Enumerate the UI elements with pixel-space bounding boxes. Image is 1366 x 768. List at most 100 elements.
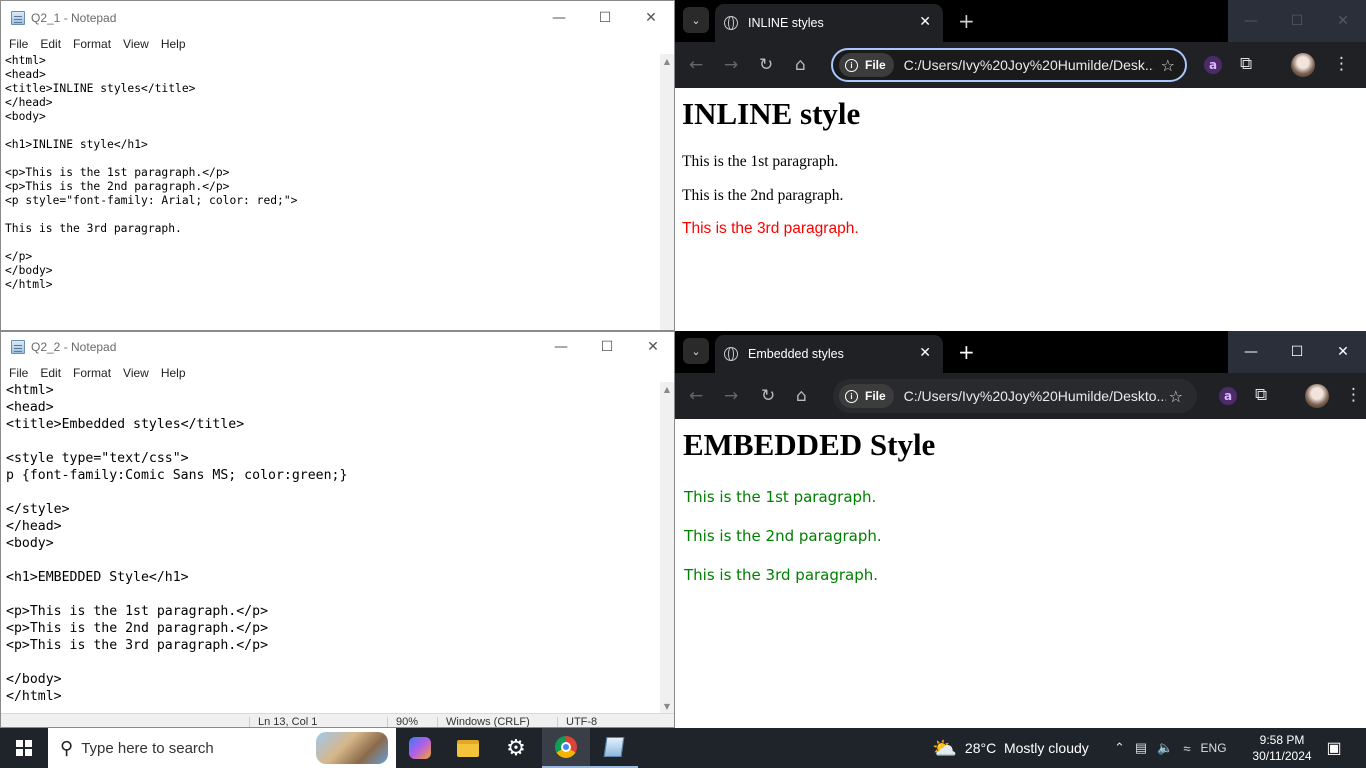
back-arrow-icon[interactable]: ← xyxy=(689,55,703,75)
menu-view[interactable]: View xyxy=(117,366,155,380)
close-button[interactable]: ✕ xyxy=(630,332,674,362)
paragraph-1: This is the 1st paragraph. xyxy=(682,153,839,170)
url-text[interactable]: C:/Users/Ivy%20Joy%20Humilde/Deskto... xyxy=(904,388,1166,404)
new-tab-icon[interactable]: + xyxy=(958,9,975,33)
tab-search-chevron-icon[interactable]: ⌄ xyxy=(683,338,709,364)
notepad-icon xyxy=(11,11,25,25)
menu-format[interactable]: Format xyxy=(67,366,117,380)
extension-a-icon[interactable]: a xyxy=(1219,387,1237,405)
new-tab-icon[interactable]: + xyxy=(958,340,975,364)
clock[interactable]: 9:58 PM 30/11/2024 xyxy=(1250,728,1314,768)
extension-a-icon[interactable]: a xyxy=(1204,56,1222,74)
maximize-button[interactable]: ☐ xyxy=(584,332,630,362)
menu-edit[interactable]: Edit xyxy=(34,37,67,51)
close-button[interactable]: ✕ xyxy=(1320,331,1366,373)
address-bar[interactable]: i File C:/Users/Ivy%20Joy%20Humilde/Desk… xyxy=(831,48,1187,82)
profile-avatar-icon[interactable] xyxy=(1291,53,1315,77)
scroll-down-icon[interactable]: ▼ xyxy=(660,699,674,713)
text-editor[interactable]: <html> <head> <title>INLINE styles</title>… xyxy=(1,54,660,330)
minimize-button[interactable]: — xyxy=(538,332,584,362)
menu-dots-icon[interactable]: ⋮ xyxy=(1333,54,1350,74)
home-icon[interactable]: ⌂ xyxy=(795,55,806,75)
text-editor[interactable]: <html> <head> <title>Embedded styles</titl… xyxy=(1,382,660,713)
search-highlight-image xyxy=(316,732,388,764)
menu-file[interactable]: File xyxy=(3,366,34,380)
tab-title: Embedded styles xyxy=(748,347,844,361)
menu-view[interactable]: View xyxy=(117,37,155,51)
menu-help[interactable]: Help xyxy=(155,37,192,51)
maximize-button[interactable]: ☐ xyxy=(1274,0,1320,42)
code-line: <p>This is the 3rd paragraph.</p> xyxy=(6,638,269,653)
close-button[interactable]: ✕ xyxy=(628,1,674,35)
menu-help[interactable]: Help xyxy=(155,366,192,380)
puzzle-icon[interactable]: ⧉ xyxy=(1255,385,1267,405)
notepad-taskbar-icon[interactable] xyxy=(590,728,638,768)
chrome-icon[interactable] xyxy=(542,728,590,768)
code-line: </html> xyxy=(5,278,53,291)
encoding: UTF-8 xyxy=(557,717,597,727)
line-ending: Windows (CRLF) xyxy=(437,717,530,727)
notification-icon[interactable]: ▣ xyxy=(1322,728,1346,768)
maximize-button[interactable]: ☐ xyxy=(1274,331,1320,373)
paragraph-3: This is the 3rd paragraph. xyxy=(682,220,859,237)
tab-close-icon[interactable]: ✕ xyxy=(919,344,931,361)
windows-start-icon[interactable] xyxy=(0,728,48,768)
close-button[interactable]: ✕ xyxy=(1320,0,1366,42)
tab-embedded-styles[interactable]: Embedded styles ✕ xyxy=(715,335,943,373)
forward-arrow-icon[interactable]: → xyxy=(724,386,738,406)
vertical-scrollbar[interactable]: ▲ xyxy=(660,54,674,330)
menu-edit[interactable]: Edit xyxy=(34,366,67,380)
settings-gear-icon[interactable]: ⚙ xyxy=(492,728,540,768)
scroll-up-icon[interactable]: ▲ xyxy=(660,382,674,396)
code-line: <h1>EMBEDDED Style</h1> xyxy=(6,570,189,585)
vertical-scrollbar[interactable]: ▲ ▼ xyxy=(660,382,674,713)
scroll-up-icon[interactable]: ▲ xyxy=(660,54,674,68)
weather-widget[interactable]: ⛅ 28°C Mostly cloudy xyxy=(932,728,1089,768)
minimize-button[interactable]: — xyxy=(1228,331,1274,373)
volume-icon[interactable]: 🔈 xyxy=(1157,740,1173,756)
code-line: </p> xyxy=(5,250,33,263)
address-bar[interactable]: i File C:/Users/Ivy%20Joy%20Humilde/Desk… xyxy=(833,379,1197,413)
menu-dots-icon[interactable]: ⋮ xyxy=(1345,385,1362,405)
code-line: <title>Embedded styles</title> xyxy=(6,417,245,432)
home-icon[interactable]: ⌂ xyxy=(796,386,807,406)
url-text[interactable]: C:/Users/Ivy%20Joy%20Humilde/Desk... xyxy=(904,57,1154,73)
site-info-chip[interactable]: i File xyxy=(839,384,894,408)
taskbar-search-box[interactable]: ⚲ Type here to search xyxy=(48,728,396,768)
page-heading: INLINE style xyxy=(682,96,861,131)
input-language[interactable]: ENG xyxy=(1201,741,1227,755)
forward-arrow-icon[interactable]: → xyxy=(724,55,738,75)
site-info-chip[interactable]: i File xyxy=(839,53,894,77)
tab-close-icon[interactable]: ✕ xyxy=(919,13,931,30)
copilot-icon[interactable] xyxy=(396,728,444,768)
star-icon[interactable]: ☆ xyxy=(1161,56,1175,75)
chevron-up-icon[interactable]: ⌃ xyxy=(1114,740,1125,756)
minimize-button[interactable]: — xyxy=(536,1,582,35)
network-icon[interactable]: ▤ xyxy=(1135,740,1147,756)
reload-icon[interactable]: ↻ xyxy=(759,55,773,75)
file-explorer-icon[interactable] xyxy=(444,728,492,768)
minimize-button[interactable]: — xyxy=(1228,0,1274,42)
menu-format[interactable]: Format xyxy=(67,37,117,51)
star-icon[interactable]: ☆ xyxy=(1169,387,1183,406)
menu-file[interactable]: File xyxy=(3,37,34,51)
tab-search-chevron-icon[interactable]: ⌄ xyxy=(683,7,709,33)
profile-avatar-icon[interactable] xyxy=(1305,384,1329,408)
wifi-icon[interactable]: ≈ xyxy=(1183,741,1190,756)
puzzle-icon[interactable]: ⧉ xyxy=(1240,54,1252,74)
toolbar: ← → ↻ ⌂ i File C:/Users/Ivy%20Joy%20Humi… xyxy=(675,42,1366,88)
info-icon: i xyxy=(845,58,858,72)
code-line: <p>This is the 2nd paragraph.</p> xyxy=(5,180,230,193)
tab-inline-styles[interactable]: INLINE styles ✕ xyxy=(715,4,943,42)
back-arrow-icon[interactable]: ← xyxy=(689,386,703,406)
maximize-button[interactable]: ☐ xyxy=(582,1,628,35)
reload-icon[interactable]: ↻ xyxy=(761,386,775,406)
menu-bar: File Edit Format View Help xyxy=(1,35,674,53)
browser-window-embedded: ⌄ Embedded styles ✕ + — ☐ ✕ ← → ↻ ⌂ i Fi… xyxy=(675,331,1366,728)
